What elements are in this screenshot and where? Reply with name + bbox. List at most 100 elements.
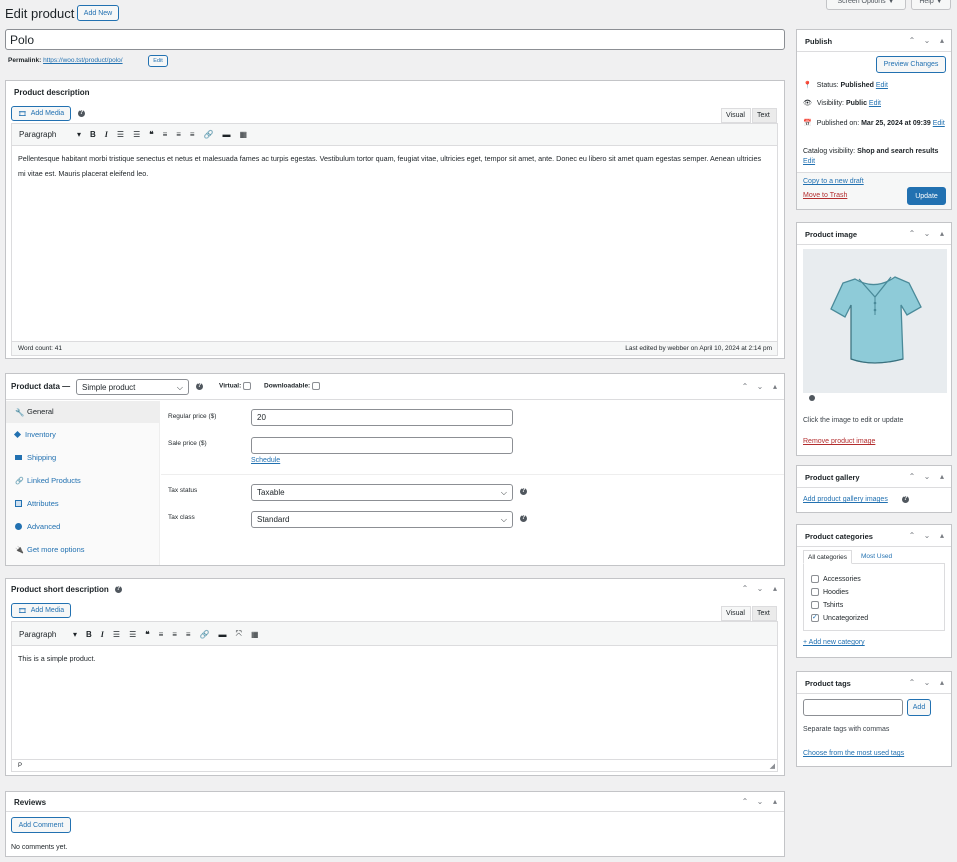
- tag-input[interactable]: [803, 699, 903, 716]
- add-new-button[interactable]: Add New: [77, 5, 119, 21]
- help-icon[interactable]: ?: [196, 383, 203, 390]
- move-down-icon[interactable]: ⌄: [923, 678, 931, 687]
- move-down-icon[interactable]: ⌄: [923, 36, 931, 45]
- bullet-list-icon[interactable]: ☰: [113, 630, 120, 639]
- move-down-icon[interactable]: ⌄: [756, 584, 764, 593]
- remove-image-link[interactable]: Remove product image: [803, 438, 875, 445]
- align-center-icon[interactable]: ≡: [172, 630, 177, 639]
- move-up-icon[interactable]: ⌃: [741, 584, 749, 593]
- toolbar-toggle-icon[interactable]: ▦: [240, 130, 248, 139]
- help-button[interactable]: Help ▼: [911, 0, 951, 10]
- toggle-icon[interactable]: ▴: [938, 36, 946, 45]
- screen-options-button[interactable]: Screen Options ▼: [826, 0, 906, 10]
- editor-content[interactable]: This is a simple product.: [18, 654, 96, 663]
- link-icon[interactable]: 🔗: [204, 130, 214, 139]
- catalog-edit-link[interactable]: Edit: [803, 158, 815, 165]
- virtual-option[interactable]: Virtual:: [219, 382, 255, 390]
- permalink-edit-button[interactable]: Edit: [148, 55, 168, 67]
- tab-all-categories[interactable]: All categories: [803, 550, 853, 564]
- tab-general[interactable]: 🔧 General: [15, 407, 54, 417]
- tab-linked-products[interactable]: 🔗 Linked Products: [15, 476, 81, 485]
- category-item[interactable]: Hoodies: [811, 588, 849, 596]
- move-down-icon[interactable]: ⌄: [923, 229, 931, 238]
- update-button[interactable]: Update: [907, 187, 946, 205]
- add-category-link[interactable]: + Add new category: [803, 639, 865, 646]
- add-media-button[interactable]: 🎞 Add Media: [11, 603, 71, 618]
- format-select[interactable]: Paragraph ▾: [19, 630, 77, 639]
- align-right-icon[interactable]: ≡: [186, 630, 191, 639]
- resize-handle-icon[interactable]: ◢: [770, 762, 775, 770]
- help-icon[interactable]: ?: [114, 586, 122, 593]
- category-item[interactable]: Tshirts: [811, 601, 843, 609]
- move-up-icon[interactable]: ⌃: [908, 36, 916, 45]
- visibility-edit-link[interactable]: Edit: [869, 100, 881, 107]
- align-left-icon[interactable]: ≡: [159, 630, 164, 639]
- tab-most-used[interactable]: Most Used: [861, 553, 892, 560]
- toggle-icon[interactable]: ▴: [771, 382, 779, 391]
- bold-icon[interactable]: B: [90, 130, 96, 139]
- toolbar-toggle-icon[interactable]: ▦: [251, 630, 259, 639]
- add-tag-button[interactable]: Add: [907, 699, 931, 716]
- link-icon[interactable]: 🔗: [200, 630, 210, 639]
- bold-icon[interactable]: B: [86, 630, 92, 639]
- move-down-icon[interactable]: ⌄: [923, 531, 931, 540]
- move-up-icon[interactable]: ⌃: [908, 229, 916, 238]
- help-icon[interactable]: ?: [902, 496, 909, 503]
- move-down-icon[interactable]: ⌄: [756, 797, 764, 806]
- toggle-icon[interactable]: ▴: [938, 678, 946, 687]
- align-right-icon[interactable]: ≡: [190, 130, 195, 139]
- product-image[interactable]: [803, 249, 947, 393]
- category-checkbox-checked[interactable]: ✓: [811, 614, 819, 622]
- category-item[interactable]: ✓ Uncategorized: [811, 614, 868, 622]
- fullscreen-icon[interactable]: ⤧: [236, 629, 242, 639]
- move-down-icon[interactable]: ⌄: [923, 472, 931, 481]
- tax-class-select[interactable]: Standard ⌵: [251, 511, 513, 528]
- category-checkbox[interactable]: [811, 601, 819, 609]
- toggle-icon[interactable]: ▴: [771, 584, 779, 593]
- downloadable-option[interactable]: Downloadable:: [264, 382, 324, 390]
- tab-get-more-options[interactable]: 🔌 Get more options: [15, 545, 85, 554]
- preview-changes-button[interactable]: Preview Changes: [876, 56, 946, 73]
- sale-price-input[interactable]: [251, 437, 513, 454]
- published-edit-link[interactable]: Edit: [933, 120, 945, 127]
- toggle-icon[interactable]: ▴: [771, 797, 779, 806]
- category-checkbox[interactable]: [811, 575, 819, 583]
- numbered-list-icon[interactable]: ☰: [129, 630, 136, 639]
- move-down-icon[interactable]: ⌄: [756, 382, 764, 391]
- status-edit-link[interactable]: Edit: [876, 82, 888, 89]
- tab-text[interactable]: Text: [752, 606, 777, 621]
- help-icon[interactable]: ?: [78, 110, 85, 117]
- add-gallery-images-link[interactable]: Add product gallery images: [803, 496, 888, 503]
- tab-inventory[interactable]: Inventory: [13, 430, 56, 439]
- permalink-url[interactable]: https://woo.tst/product/polo/: [43, 57, 123, 64]
- bullet-list-icon[interactable]: ☰: [117, 130, 124, 139]
- tab-attributes[interactable]: Attributes: [15, 499, 59, 508]
- blockquote-icon[interactable]: ❝: [145, 630, 149, 639]
- product-title-input[interactable]: Polo: [5, 29, 785, 50]
- help-icon[interactable]: ?: [520, 515, 527, 522]
- choose-tags-link[interactable]: Choose from the most used tags: [803, 750, 904, 757]
- align-left-icon[interactable]: ≡: [163, 130, 168, 139]
- move-to-trash-link[interactable]: Move to Trash: [803, 192, 847, 199]
- tab-visual[interactable]: Visual: [721, 606, 751, 621]
- italic-icon[interactable]: I: [101, 630, 104, 639]
- toggle-icon[interactable]: ▴: [938, 229, 946, 238]
- read-more-icon[interactable]: ▬: [219, 630, 227, 639]
- format-select[interactable]: Paragraph ▾: [19, 130, 81, 139]
- italic-icon[interactable]: I: [105, 130, 108, 139]
- editor-content[interactable]: Pellentesque habitant morbi tristique se…: [18, 151, 769, 181]
- tab-text[interactable]: Text: [752, 108, 777, 123]
- tab-shipping[interactable]: Shipping: [15, 453, 56, 462]
- category-item[interactable]: Accessories: [811, 575, 861, 583]
- move-up-icon[interactable]: ⌃: [908, 678, 916, 687]
- tab-advanced[interactable]: Advanced: [15, 522, 60, 531]
- help-icon[interactable]: ?: [520, 488, 527, 495]
- move-up-icon[interactable]: ⌃: [741, 797, 749, 806]
- downloadable-checkbox[interactable]: [312, 382, 321, 390]
- move-up-icon[interactable]: ⌃: [908, 472, 916, 481]
- read-more-icon[interactable]: ▬: [223, 130, 231, 139]
- move-up-icon[interactable]: ⌃: [741, 382, 749, 391]
- tax-status-select[interactable]: Taxable ⌵: [251, 484, 513, 501]
- virtual-checkbox[interactable]: [243, 382, 252, 390]
- regular-price-input[interactable]: 20: [251, 409, 513, 426]
